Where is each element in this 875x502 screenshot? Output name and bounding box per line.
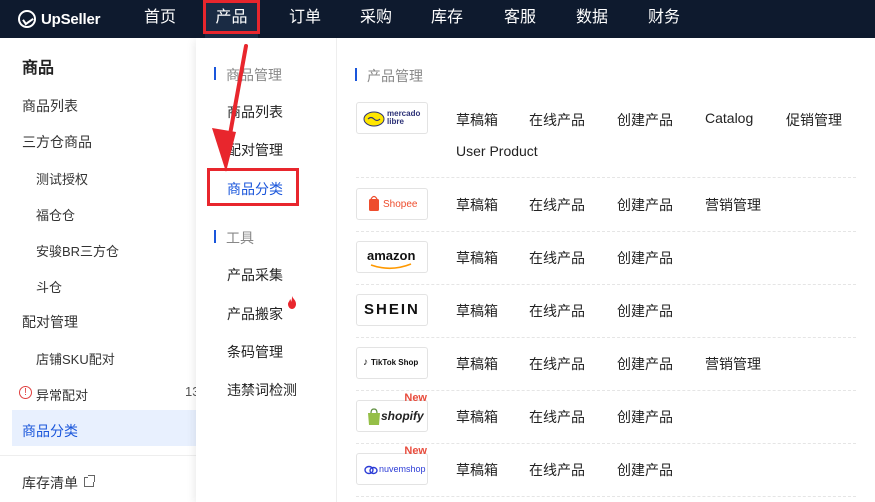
- tiktok-note-icon: ♪: [363, 357, 368, 368]
- sidebar-item-stock-list-label: 库存清单: [22, 475, 78, 491]
- link-online-products[interactable]: 在线产品: [529, 301, 585, 321]
- sidebar-item-product-list[interactable]: 商品列表: [22, 96, 78, 116]
- link-create-product[interactable]: 创建产品: [617, 301, 673, 321]
- external-link-icon: [84, 475, 95, 487]
- hot-fire-icon: [288, 296, 296, 309]
- sidebar-title: 商品: [22, 60, 55, 77]
- logo-text: UpSeller: [41, 10, 101, 28]
- dropdown-left-column: 商品管理 商品列表 配对管理 商品分类 工具 产品采集 产品搬家 条码管理 违禁…: [196, 38, 337, 502]
- platform-name: Shopee: [383, 199, 418, 210]
- link-promotion[interactable]: 促销管理: [786, 110, 842, 130]
- upseller-logo[interactable]: UpSeller: [18, 9, 100, 29]
- menu-item-prohibited-words[interactable]: 违禁词检测: [227, 380, 297, 400]
- platform-name: nuvemshop: [379, 464, 426, 474]
- sidebar-item-store-sku-pairing[interactable]: 店铺SKU配对: [36, 349, 115, 368]
- link-marketing[interactable]: 营销管理: [705, 354, 761, 374]
- new-badge: New: [404, 445, 427, 457]
- link-catalog[interactable]: Catalog: [705, 110, 753, 126]
- link-online-products[interactable]: 在线产品: [529, 407, 585, 427]
- sidebar-item-fucang[interactable]: 福仓仓: [36, 205, 75, 224]
- link-create-product[interactable]: 创建产品: [617, 110, 673, 130]
- sidebar-item-abnormal-pairing[interactable]: 异常配对: [36, 385, 88, 404]
- sidebar-item-anjun-br[interactable]: 安骏BR三方仓: [36, 241, 119, 260]
- category-highlight-box: [207, 168, 299, 206]
- nav-home[interactable]: 首页: [144, 0, 176, 38]
- link-online-products[interactable]: 在线产品: [529, 195, 585, 215]
- section-tools: 工具: [214, 228, 254, 248]
- nav-purchase[interactable]: 采购: [360, 0, 392, 38]
- nav-inventory[interactable]: 库存: [431, 0, 463, 38]
- link-online-products[interactable]: 在线产品: [529, 354, 585, 374]
- mercadolibre-logo[interactable]: mercado libre: [356, 102, 428, 134]
- link-create-product[interactable]: 创建产品: [617, 460, 673, 480]
- link-online-products[interactable]: 在线产品: [529, 460, 585, 480]
- link-drafts[interactable]: 草稿箱: [456, 407, 498, 427]
- platform-row-amazon: amazon 草稿箱 在线产品 创建产品: [356, 241, 856, 285]
- sidebar-item-3pl-products[interactable]: 三方仓商品: [22, 132, 92, 152]
- sidebar-item-test-auth[interactable]: 测试授权: [36, 169, 88, 188]
- nuvemshop-cloud-icon: [364, 465, 378, 475]
- menu-item-product-list[interactable]: 商品列表: [227, 102, 283, 122]
- link-drafts[interactable]: 草稿箱: [456, 248, 498, 268]
- link-user-product[interactable]: User Product: [456, 143, 538, 159]
- sidebar-item-pairing[interactable]: 配对管理: [22, 312, 78, 332]
- link-drafts[interactable]: 草稿箱: [456, 110, 498, 130]
- platform-row-shopee: Shopee 草稿箱 在线产品 创建产品 营销管理: [356, 188, 856, 232]
- menu-item-product-collect[interactable]: 产品采集: [227, 265, 283, 285]
- platform-name: SHEIN: [364, 301, 420, 318]
- section-product-management: 商品管理: [214, 65, 282, 85]
- top-nav: UpSeller 首页 产品 订单 采购 库存 客服 数据 财务: [0, 0, 875, 38]
- platform-row-mercadolibre: mercado libre 草稿箱 在线产品 创建产品 Catalog 促销管理…: [356, 100, 856, 178]
- sidebar-item-stock-list[interactable]: 库存清单: [22, 473, 95, 493]
- link-create-product[interactable]: 创建产品: [617, 407, 673, 427]
- dropdown-right-column: 产品管理 mercado libre 草稿箱 在线产品 创建产品 Catalog…: [337, 38, 875, 502]
- platform-name: shopify: [381, 409, 424, 423]
- link-drafts[interactable]: 草稿箱: [456, 460, 498, 480]
- link-online-products[interactable]: 在线产品: [529, 248, 585, 268]
- menu-item-barcode[interactable]: 条码管理: [227, 342, 283, 362]
- warning-icon: !: [19, 386, 32, 399]
- nav-data[interactable]: 数据: [576, 0, 608, 38]
- link-create-product[interactable]: 创建产品: [617, 195, 673, 215]
- platform-name: mercado libre: [387, 109, 421, 126]
- shein-logo[interactable]: SHEIN: [356, 294, 428, 326]
- nuvemshop-logo[interactable]: nuvemshop New: [356, 445, 428, 485]
- tiktok-shop-logo[interactable]: ♪ TikTok Shop: [356, 347, 428, 379]
- menu-item-pairing[interactable]: 配对管理: [227, 140, 283, 160]
- upseller-logo-icon: [18, 10, 36, 28]
- nav-customer-service[interactable]: 客服: [504, 0, 536, 38]
- link-drafts[interactable]: 草稿箱: [456, 195, 498, 215]
- new-badge: New: [404, 392, 427, 404]
- nav-orders[interactable]: 订单: [289, 0, 321, 38]
- sidebar: 商品 商品列表 三方仓商品 测试授权 福仓仓 安骏BR三方仓 斗仓 配对管理 店…: [0, 38, 199, 502]
- sidebar-item-category[interactable]: 商品分类: [22, 421, 78, 441]
- section-platform-product-management: 产品管理: [355, 66, 423, 86]
- product-dropdown-menu: 商品管理 商品列表 配对管理 商品分类 工具 产品采集 产品搬家 条码管理 违禁…: [196, 38, 875, 502]
- platform-row-shopify: shopify New 草稿箱 在线产品 创建产品: [356, 392, 856, 444]
- amazon-logo[interactable]: amazon: [356, 241, 428, 273]
- sidebar-item-doucang[interactable]: 斗仓: [36, 277, 62, 296]
- nav-finance[interactable]: 财务: [648, 0, 680, 38]
- platform-row-shein: SHEIN 草稿箱 在线产品 创建产品: [356, 294, 856, 338]
- link-create-product[interactable]: 创建产品: [617, 354, 673, 374]
- nav-product-highlight-box: [203, 0, 260, 34]
- amazon-smile-icon: [370, 263, 412, 270]
- platform-row-tiktok: ♪ TikTok Shop 草稿箱 在线产品 创建产品 营销管理: [356, 347, 856, 391]
- link-drafts[interactable]: 草稿箱: [456, 301, 498, 321]
- link-create-product[interactable]: 创建产品: [617, 248, 673, 268]
- link-online-products[interactable]: 在线产品: [529, 110, 585, 130]
- platform-name: TikTok Shop: [371, 358, 419, 367]
- link-drafts[interactable]: 草稿箱: [456, 354, 498, 374]
- shopify-logo[interactable]: shopify New: [356, 392, 428, 432]
- platform-row-nuvemshop: nuvemshop New 草稿箱 在线产品 创建产品: [356, 445, 856, 497]
- shopee-logo[interactable]: Shopee: [356, 188, 428, 220]
- sidebar-divider: [0, 455, 196, 456]
- link-marketing[interactable]: 营销管理: [705, 195, 761, 215]
- menu-item-product-move[interactable]: 产品搬家: [227, 304, 283, 324]
